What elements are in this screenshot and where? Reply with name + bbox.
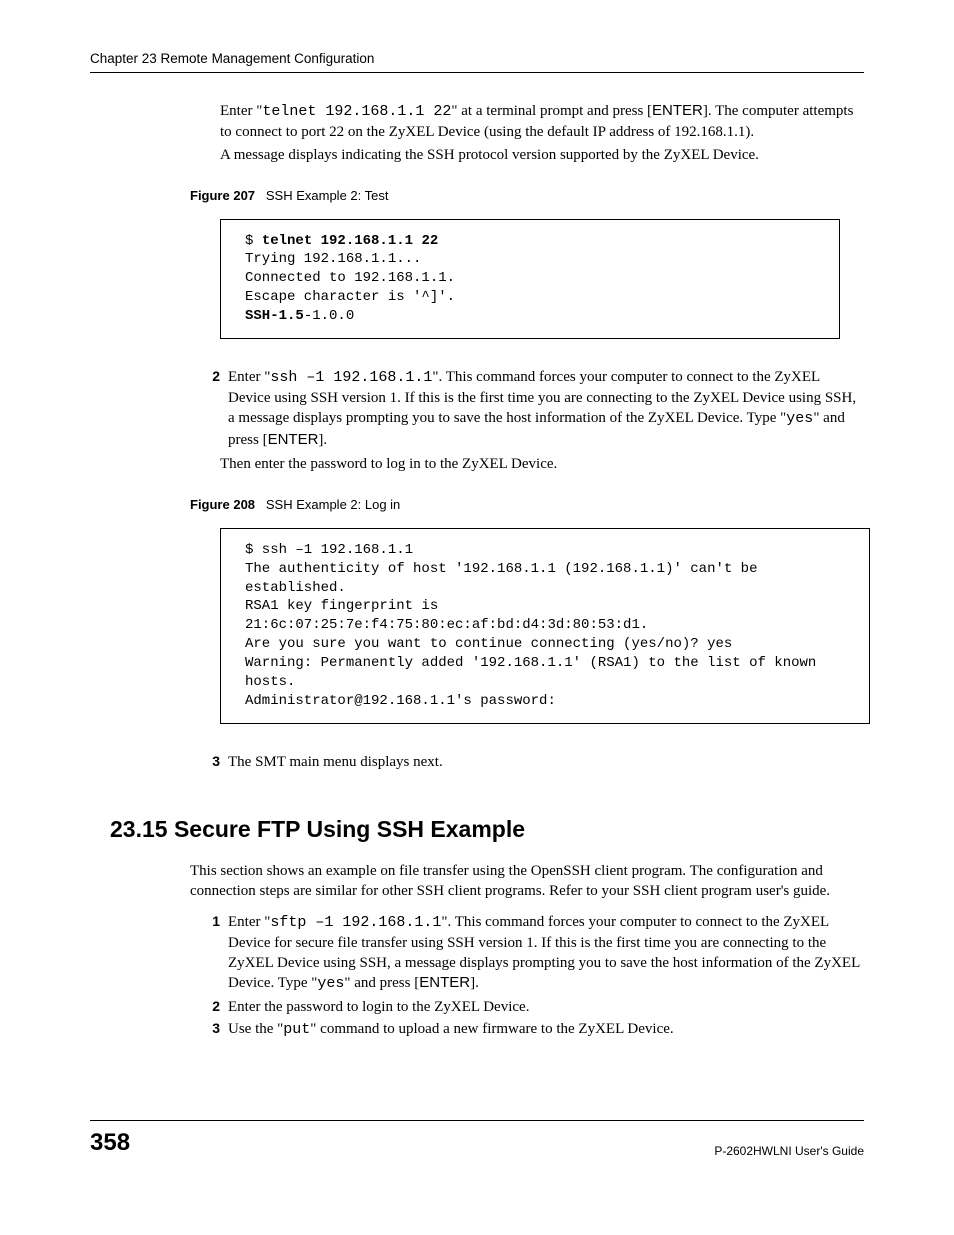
step-2-continuation: Then enter the password to log in to the…: [220, 454, 864, 474]
step-2-text: Enter "ssh –1 192.168.1.1". This command…: [228, 367, 864, 450]
page-footer: 358 P-2602HWLNI User's Guide: [90, 1120, 864, 1159]
sec-step-1-number: 1: [200, 912, 228, 995]
sec-step-3-text: Use the "put" command to upload a new fi…: [228, 1019, 864, 1040]
enter-key-label: ENTER: [652, 102, 703, 119]
figure-207-caption: Figure 207 SSH Example 2: Test: [190, 187, 864, 205]
figure-208-code: $ ssh –1 192.168.1.1 The authenticity of…: [220, 528, 870, 724]
page-number: 358: [90, 1127, 130, 1159]
enter-key-label: ENTER: [419, 974, 470, 991]
chapter-title: Chapter 23 Remote Management Configurati…: [90, 51, 374, 66]
ssh-command: ssh –1 192.168.1.1: [270, 369, 432, 386]
sec-step-3-number: 3: [200, 1019, 228, 1040]
section-intro-paragraph: This section shows an example on file tr…: [190, 861, 864, 902]
sec-step-3-row: 3 Use the "put" command to upload a new …: [200, 1019, 864, 1040]
figure-207-code: $ telnet 192.168.1.1 22 Trying 192.168.1…: [220, 219, 840, 339]
sftp-command: sftp –1 192.168.1.1: [270, 914, 441, 931]
put-command: put: [283, 1021, 310, 1038]
figure-208-caption: Figure 208 SSH Example 2: Log in: [190, 496, 864, 514]
section-23-15-heading: 23.15 Secure FTP Using SSH Example: [110, 814, 864, 845]
enter-key-label: ENTER: [268, 431, 319, 448]
step-2-row: 2 Enter "ssh –1 192.168.1.1". This comma…: [200, 367, 864, 450]
step-2-number: 2: [200, 367, 228, 450]
sec-step-1-row: 1 Enter "sftp –1 192.168.1.1". This comm…: [200, 912, 864, 995]
guide-title: P-2602HWLNI User's Guide: [714, 1143, 864, 1159]
step-3-number: 3: [200, 752, 228, 772]
intro-paragraph-1: Enter "telnet 192.168.1.1 22" at a termi…: [220, 101, 864, 143]
intro-paragraph-2: A message displays indicating the SSH pr…: [220, 145, 864, 165]
step-3-text: The SMT main menu displays next.: [228, 752, 864, 772]
sec-step-2-row: 2 Enter the password to login to the ZyX…: [200, 997, 864, 1017]
sec-step-1-text: Enter "sftp –1 192.168.1.1". This comman…: [228, 912, 864, 995]
sec-step-2-text: Enter the password to login to the ZyXEL…: [228, 997, 864, 1017]
sec-step-2-number: 2: [200, 997, 228, 1017]
page-header: Chapter 23 Remote Management Configurati…: [90, 50, 864, 73]
step-3-row: 3 The SMT main menu displays next.: [200, 752, 864, 772]
telnet-command: telnet 192.168.1.1 22: [262, 103, 451, 120]
